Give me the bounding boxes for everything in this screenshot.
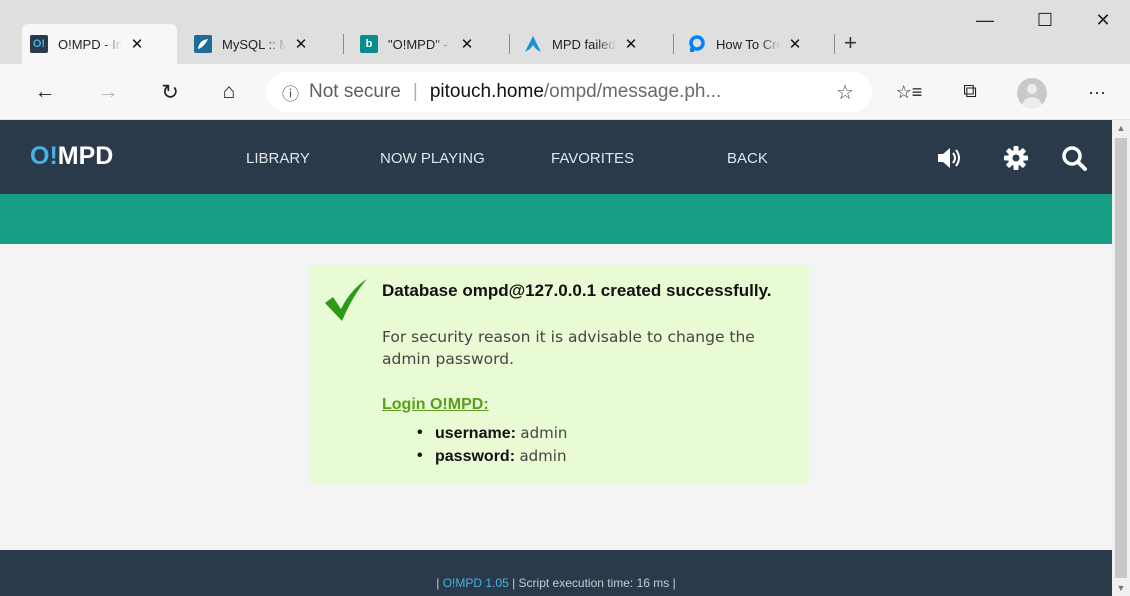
address-divider: |: [412, 81, 418, 102]
credential-value: admin: [519, 447, 567, 465]
new-tab-plus-icon[interactable]: +: [844, 30, 857, 56]
nav-now-playing[interactable]: NOW PLAYING: [380, 150, 485, 167]
scroll-up-arrow-icon[interactable]: ▲: [1112, 120, 1130, 136]
favorites-list-icon[interactable]: ☆≡: [894, 78, 924, 106]
credential-key: username:: [435, 425, 516, 442]
collections-icon[interactable]: ⧉: [955, 78, 985, 106]
list-item: username: admin: [417, 422, 567, 445]
nav-favorites[interactable]: FAVORITES: [551, 150, 634, 167]
credential-value: admin: [520, 424, 568, 442]
more-menu-icon[interactable]: ···: [1082, 78, 1112, 106]
vertical-scrollbar[interactable]: ▲ ▼: [1112, 120, 1130, 596]
mysql-favicon-icon: [194, 35, 212, 53]
message-body: For security reason it is advisable to c…: [382, 328, 755, 368]
ompd-favicon-icon: O!: [30, 35, 48, 53]
bing-favicon-icon: b: [360, 35, 378, 53]
credentials-list: username: admin password: admin: [417, 422, 567, 468]
forward-arrow-icon[interactable]: →: [93, 78, 123, 106]
tab-title: "O!MPD" - Bing: [388, 36, 452, 52]
tab-separator: [343, 34, 344, 54]
search-icon[interactable]: [1060, 144, 1090, 172]
tab-separator: [834, 34, 835, 54]
add-favorite-star-icon[interactable]: ☆: [836, 80, 854, 105]
page-footer: | O!MPD 1.05 | Script execution time: 16…: [0, 550, 1112, 596]
login-link[interactable]: Login O!MPD:: [382, 396, 489, 414]
digitalocean-favicon-icon: [688, 35, 706, 53]
security-label: Not secure: [309, 81, 401, 102]
credential-key: password:: [435, 448, 516, 465]
tab-separator: [509, 34, 510, 54]
success-message-box: Database ompd@127.0.0.1 created successf…: [309, 265, 809, 483]
url-path: /ompd/message.ph...: [543, 81, 722, 102]
app-navbar: O!MPD LIBRARY NOW PLAYING FAVORITES BACK: [0, 120, 1112, 194]
nav-library[interactable]: LIBRARY: [246, 150, 310, 167]
url-host: pitouch.home: [429, 81, 544, 102]
window-close-icon[interactable]: ✕: [1080, 10, 1126, 31]
message-title: Database ompd@127.0.0.1 created successf…: [382, 281, 772, 300]
close-icon[interactable]: ✕: [458, 35, 476, 53]
close-icon[interactable]: ✕: [622, 35, 640, 53]
home-icon[interactable]: ⌂: [214, 78, 244, 106]
accent-bar: [0, 194, 1112, 244]
refresh-icon[interactable]: ↻: [155, 78, 185, 106]
scroll-down-arrow-icon[interactable]: ▼: [1112, 580, 1130, 596]
address-bar[interactable]: ⓘ Not secure | pitouch.home/ompd/message…: [266, 72, 872, 112]
tab-ompd[interactable]: O! O!MPD - Installation ✕: [22, 24, 177, 64]
tab-mysql[interactable]: MySQL :: MySQL ✕: [186, 24, 341, 64]
list-item: password: admin: [417, 445, 567, 468]
tab-title: How To Create: [716, 36, 780, 52]
tab-arch[interactable]: MPD failed to ✕: [516, 24, 671, 64]
minimize-icon[interactable]: —: [962, 10, 1008, 31]
close-icon[interactable]: ✕: [128, 35, 146, 53]
profile-avatar[interactable]: [1017, 78, 1047, 108]
tab-title: MySQL :: MySQL: [222, 36, 286, 52]
tab-title: O!MPD - Installation: [58, 36, 122, 52]
scrollbar-thumb[interactable]: [1115, 138, 1127, 578]
volume-icon[interactable]: [935, 144, 965, 172]
close-icon[interactable]: ✕: [786, 35, 804, 53]
nav-back[interactable]: BACK: [727, 150, 768, 167]
version-link[interactable]: O!MPD 1.05: [443, 576, 509, 590]
close-icon[interactable]: ✕: [292, 35, 310, 53]
page-viewport: O!MPD LIBRARY NOW PLAYING FAVORITES BACK: [0, 120, 1112, 596]
arch-favicon-icon: [524, 35, 542, 53]
settings-gear-icon[interactable]: [1002, 144, 1032, 172]
maximize-icon[interactable]: ☐: [1022, 10, 1068, 31]
info-icon[interactable]: ⓘ: [282, 80, 299, 105]
back-arrow-icon[interactable]: ←: [30, 78, 60, 106]
tab-bing[interactable]: b "O!MPD" - Bing ✕: [352, 24, 507, 64]
browser-tab-strip: O! O!MPD - Installation ✕ MySQL :: MySQL…: [0, 0, 1130, 64]
tab-separator: [673, 34, 674, 54]
browser-toolbar: ← → ↻ ⌂ ⓘ Not secure | pitouch.home/ompd…: [0, 64, 1130, 120]
tab-digitalocean[interactable]: How To Create ✕: [680, 24, 835, 64]
footer-text: | O!MPD 1.05 | Script execution time: 16…: [436, 576, 676, 590]
checkmark-icon: [323, 277, 369, 328]
tab-title: MPD failed to: [552, 36, 616, 52]
ompd-logo[interactable]: O!MPD: [30, 142, 113, 171]
